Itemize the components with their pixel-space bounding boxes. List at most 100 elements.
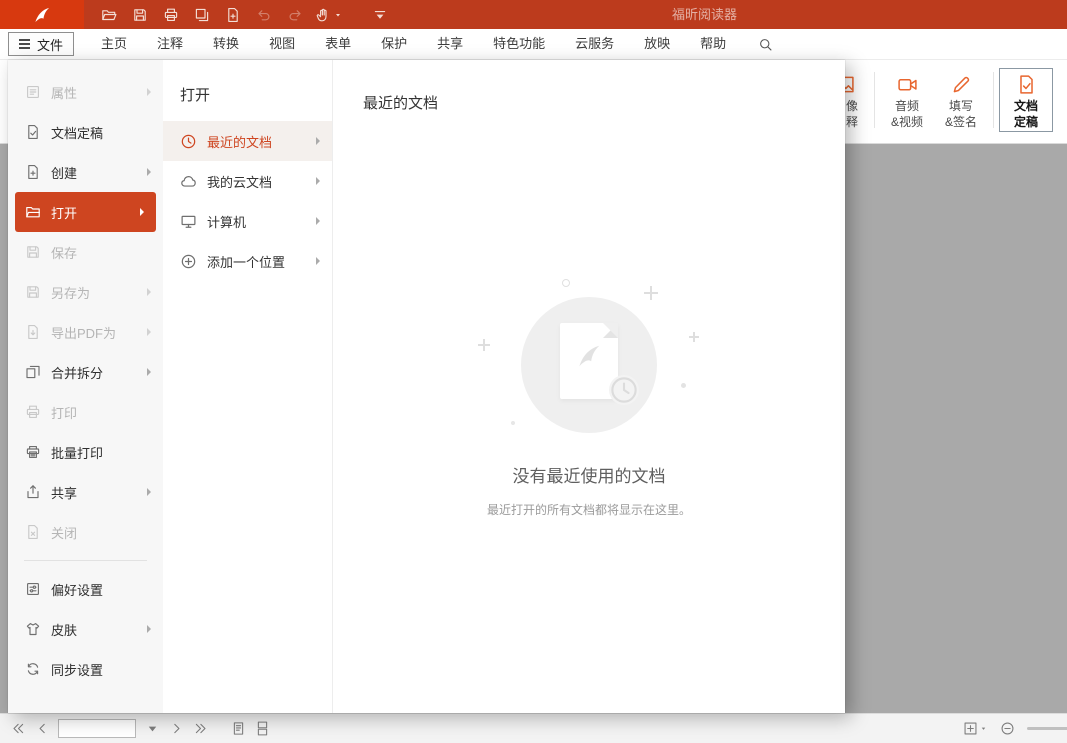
- hand-tool-button[interactable]: [315, 4, 342, 26]
- file-menu-button[interactable]: 文件: [8, 32, 74, 56]
- file-menu-item-create[interactable]: 创建: [8, 152, 163, 192]
- menu-tab-slideshow[interactable]: 放映: [629, 29, 685, 59]
- file-menu-item-open[interactable]: 打开: [15, 192, 156, 232]
- file-menu-item-share[interactable]: 共享: [8, 472, 163, 512]
- ribbon-item-doc-finalize[interactable]: 文档定稿: [999, 68, 1053, 132]
- menu-tabs: 主页注释 转换视图表单保护共享特色功能云服务放映帮助: [86, 29, 741, 59]
- file-menu-item-label: 属性: [51, 83, 77, 102]
- dot-decoration: [511, 421, 515, 425]
- empty-state-circle: [521, 297, 657, 433]
- menu-tab-special-features[interactable]: 特色功能: [478, 29, 560, 59]
- chevron-right-icon: [147, 368, 151, 376]
- menu-tab-comment[interactable]: 注释: [142, 29, 198, 59]
- save-button[interactable]: [129, 4, 151, 26]
- menu-tab-protect[interactable]: 保护: [366, 29, 422, 59]
- menu-tab-convert[interactable]: 转换: [198, 29, 254, 59]
- caret-down-icon: [980, 725, 987, 732]
- file-plus-doc-icon: [25, 164, 41, 180]
- ribbon-item-fill-sign[interactable]: 填写&签名: [934, 68, 988, 132]
- open-file-button[interactable]: [98, 4, 120, 26]
- open-panel-item-my-cloud-documents[interactable]: 我的云文档: [163, 161, 332, 201]
- open-panel-item-label: 计算机: [207, 212, 246, 231]
- fit-page-button[interactable]: [963, 717, 987, 741]
- doc-check-icon: [1016, 74, 1037, 95]
- menu-tab-form[interactable]: 表单: [310, 29, 366, 59]
- caret-down-icon: [334, 11, 342, 19]
- customize-toolbar-button[interactable]: [369, 4, 391, 26]
- menu-tab-help[interactable]: 帮助: [685, 29, 741, 59]
- search-icon: [758, 37, 773, 52]
- ribbon-item-label: 音频: [895, 99, 919, 113]
- title-bar: 福昕阅读器: [0, 0, 1067, 29]
- file-menu-item-sync-settings[interactable]: 同步设置: [8, 649, 163, 689]
- open-panel-items: 最近的文档我的云文档计算机添加一个位置: [163, 121, 332, 281]
- last-page-button[interactable]: [188, 717, 212, 741]
- open-panel-title: 打开: [163, 78, 332, 121]
- open-book-icon: [25, 204, 41, 220]
- floppy-icon: [25, 244, 41, 260]
- zoom-out-button[interactable]: [995, 717, 1019, 741]
- menu-tab-share[interactable]: 共享: [422, 29, 478, 59]
- chev-double-right-icon: [193, 721, 208, 736]
- file-menu-item-skin[interactable]: 皮肤: [8, 609, 163, 649]
- ribbon-item-audio-video[interactable]: 音频&视频: [880, 68, 934, 132]
- file-menu-item-label: 导出PDF为: [51, 323, 116, 342]
- ribbon-item-label: 像: [846, 99, 858, 113]
- next-page-button[interactable]: [164, 717, 188, 741]
- minus-circle-icon: [1000, 721, 1015, 736]
- floppy-pen-icon: [25, 284, 41, 300]
- file-menu-item-preferences[interactable]: 偏好设置: [8, 569, 163, 609]
- file-menu-item-print[interactable]: 打印: [8, 392, 163, 432]
- ribbon-item-image-annotation[interactable]: 像释: [845, 68, 869, 132]
- empty-state-title: 没有最近使用的文档: [333, 462, 845, 487]
- open-panel-item-label: 最近的文档: [207, 132, 272, 151]
- zoom-slider[interactable]: [1027, 727, 1067, 730]
- print-button[interactable]: [160, 4, 182, 26]
- file-menu-item-export-pdf[interactable]: 导出PDF为: [8, 312, 163, 352]
- monitor-icon: [180, 213, 197, 230]
- file-menu-item-batch-print[interactable]: 批量打印: [8, 432, 163, 472]
- file-plus-doc-icon: [225, 7, 241, 23]
- page-number-input[interactable]: [58, 719, 136, 738]
- search-button[interactable]: [751, 29, 779, 59]
- ribbon-item-label: 文档: [1014, 99, 1038, 113]
- file-menu-item-label: 打开: [51, 203, 77, 222]
- prev-page-button[interactable]: [30, 717, 54, 741]
- folder-open-icon: [101, 7, 117, 23]
- redo-button[interactable]: [284, 4, 306, 26]
- file-menu-item-properties[interactable]: 属性: [8, 72, 163, 112]
- menu-tab-label: 注释: [157, 36, 183, 51]
- menu-tab-cloud-service[interactable]: 云服务: [560, 29, 629, 59]
- first-page-button[interactable]: [6, 717, 30, 741]
- file-menu-item-close[interactable]: 关闭: [8, 512, 163, 552]
- properties-icon: [25, 84, 41, 100]
- open-panel-item-recent-documents[interactable]: 最近的文档: [163, 121, 332, 161]
- copy-button[interactable]: [191, 4, 213, 26]
- file-menu-item-save[interactable]: 保存: [8, 232, 163, 272]
- file-menu-item-save-as[interactable]: 另存为: [8, 272, 163, 312]
- file-menu-item-label: 创建: [51, 163, 77, 182]
- plus-decoration: [689, 332, 699, 342]
- continuous-view-button[interactable]: [250, 717, 274, 741]
- page-fold: [603, 323, 618, 338]
- menu-tab-home[interactable]: 主页: [86, 29, 142, 59]
- sliders-doc-icon: [25, 581, 41, 597]
- menu-tab-view[interactable]: 视图: [254, 29, 310, 59]
- plus-circle-icon: [180, 253, 197, 270]
- status-bar-left: [6, 717, 274, 741]
- menu-tab-label: 转换: [213, 36, 239, 51]
- image-icon: [845, 74, 855, 95]
- ribbon-items: 像释音频&视频填写&签名文档定稿: [845, 60, 1053, 143]
- sync-doc-icon: [25, 661, 41, 677]
- single-page-view-button[interactable]: [226, 717, 250, 741]
- page-list-dropdown-button[interactable]: [140, 717, 164, 741]
- clock-icon: [180, 133, 197, 150]
- app-logo[interactable]: [0, 0, 84, 29]
- file-menu-item-combine-split[interactable]: 合并拆分: [8, 352, 163, 392]
- page-continuous-icon: [255, 721, 270, 736]
- file-menu-item-doc-finalize[interactable]: 文档定稿: [8, 112, 163, 152]
- new-document-button[interactable]: [222, 4, 244, 26]
- open-panel-item-add-a-place[interactable]: 添加一个位置: [163, 241, 332, 281]
- undo-button[interactable]: [253, 4, 275, 26]
- open-panel-item-computer[interactable]: 计算机: [163, 201, 332, 241]
